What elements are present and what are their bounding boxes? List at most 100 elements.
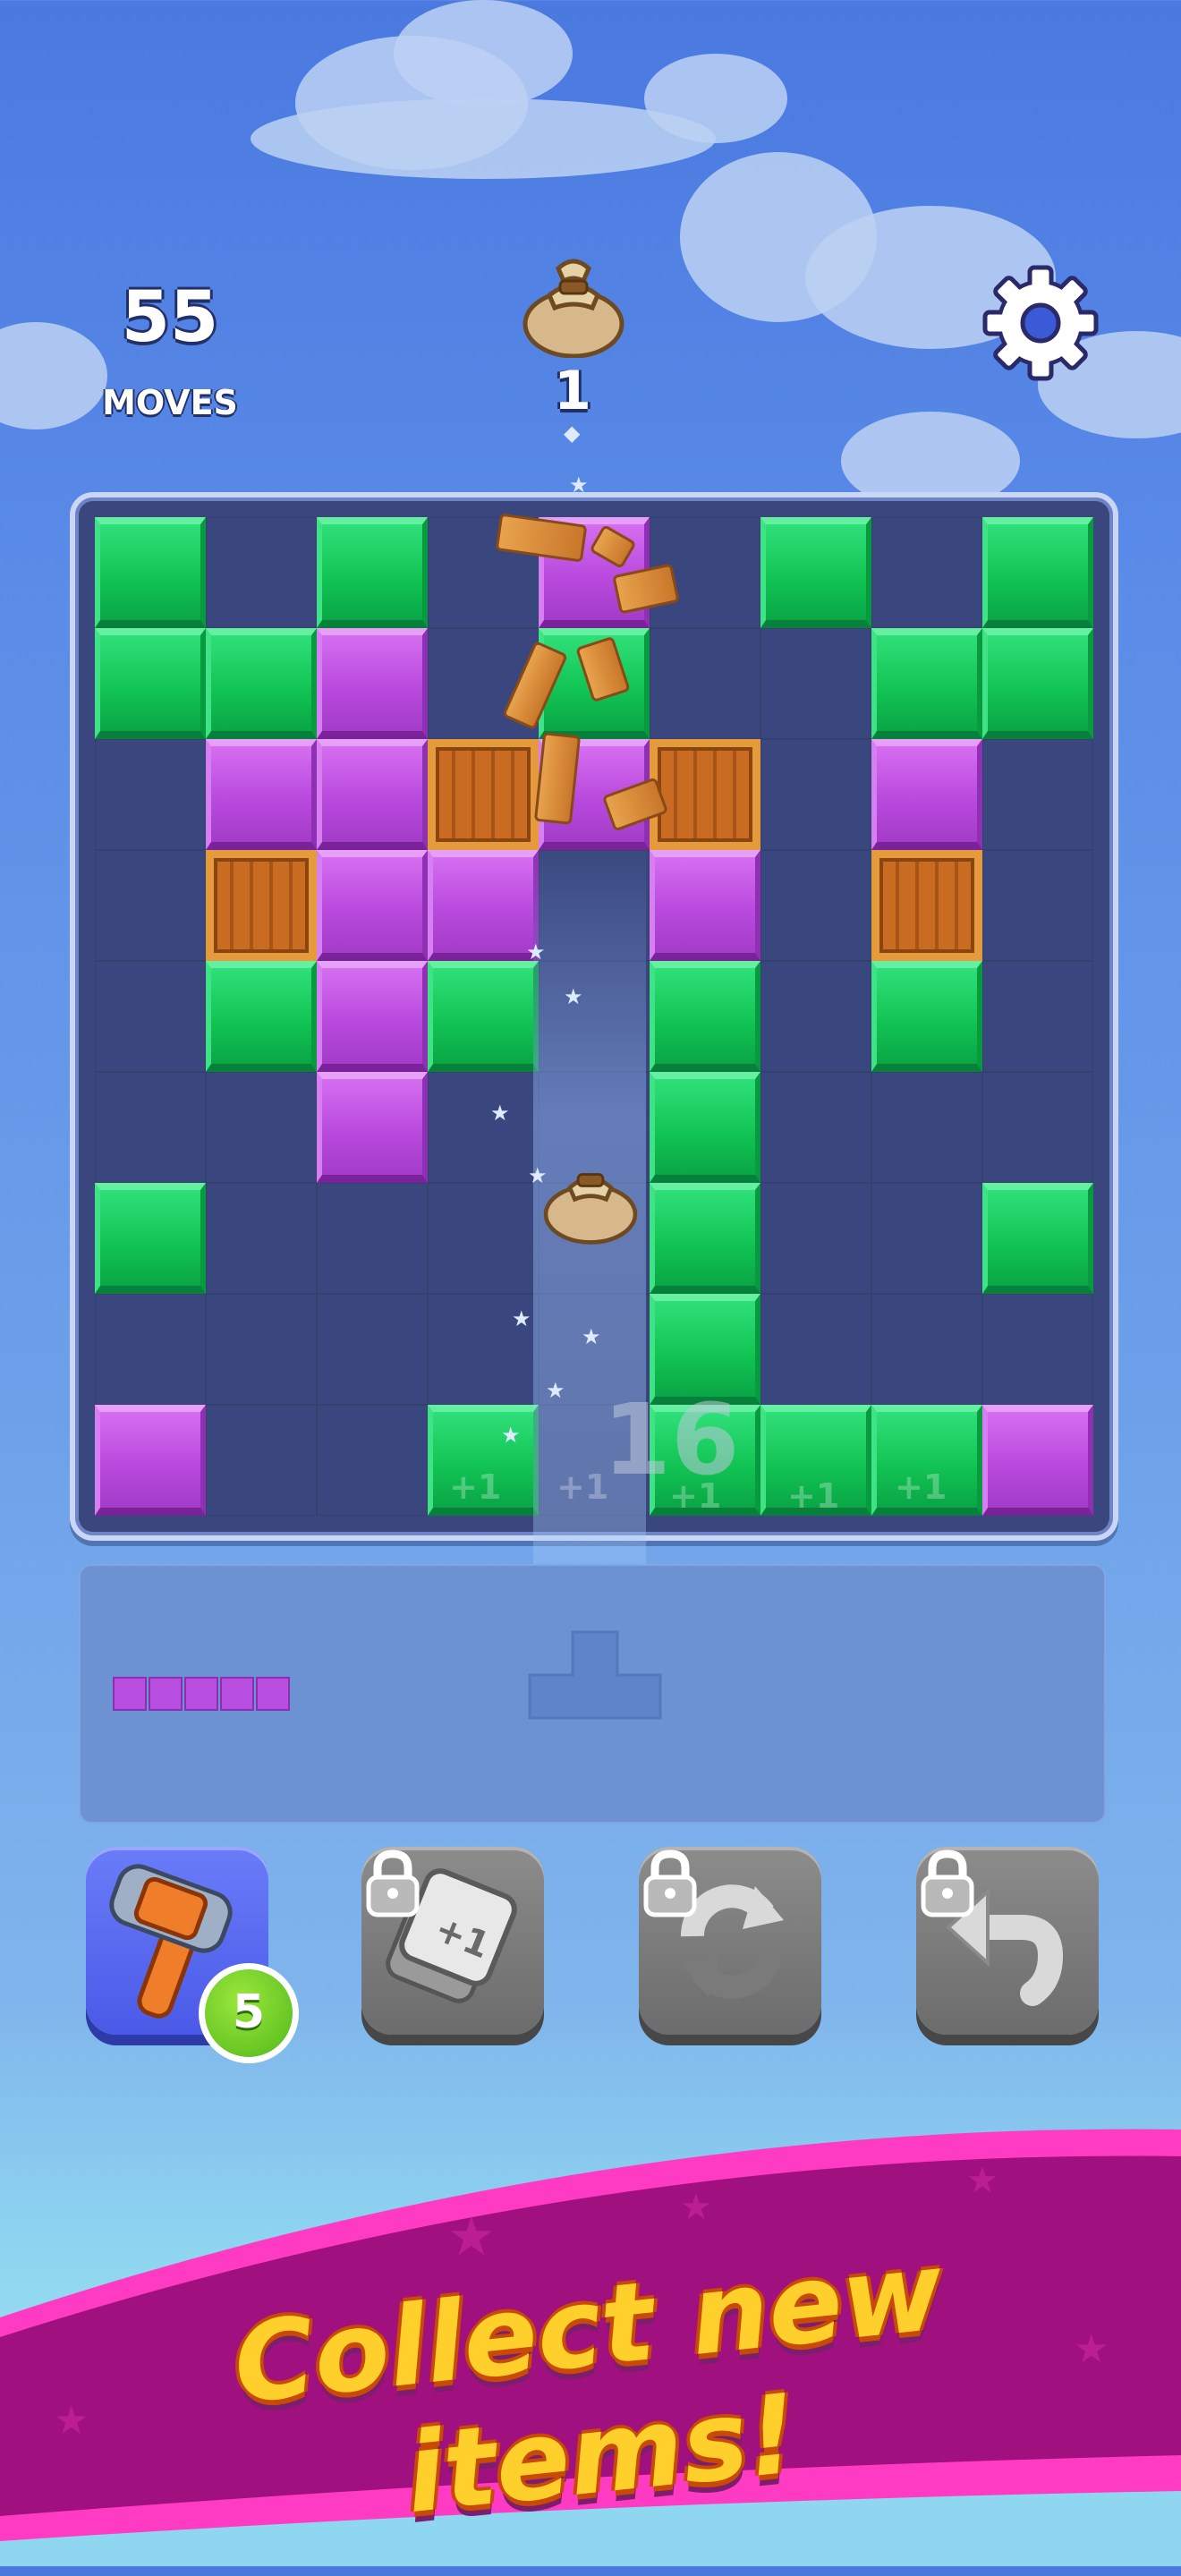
green-block[interactable] <box>317 517 428 628</box>
cloud <box>394 0 573 107</box>
moves-count: 55 <box>121 277 219 358</box>
undo-booster-button[interactable] <box>916 1847 1099 2035</box>
empty-cell[interactable] <box>760 739 871 850</box>
purple-block[interactable] <box>428 850 539 961</box>
green-block[interactable] <box>95 628 206 739</box>
sparkle: ★ <box>582 1324 601 1349</box>
empty-cell[interactable] <box>317 1183 428 1294</box>
plus-one-booster-button[interactable]: +1 <box>361 1847 544 2035</box>
green-block[interactable] <box>982 517 1093 628</box>
empty-cell[interactable] <box>982 1294 1093 1405</box>
wooden-crate[interactable] <box>871 850 982 961</box>
empty-cell[interactable] <box>206 1405 317 1516</box>
purple-block[interactable] <box>317 850 428 961</box>
piece-cell <box>113 1677 147 1711</box>
sparkle: ★ <box>512 1306 531 1331</box>
sparkle: ★ <box>526 939 546 965</box>
t-piece-placeholder[interactable] <box>528 1630 662 1720</box>
wooden-crate[interactable] <box>650 739 760 850</box>
empty-cell[interactable] <box>760 850 871 961</box>
empty-cell[interactable] <box>428 1183 539 1294</box>
empty-cell[interactable] <box>95 850 206 961</box>
score-popup: +1 <box>557 1467 609 1507</box>
piece-cell <box>256 1677 290 1711</box>
piece-cell <box>184 1677 218 1711</box>
empty-cell[interactable] <box>539 850 650 961</box>
purple-block[interactable] <box>317 1072 428 1183</box>
empty-cell[interactable] <box>760 1183 871 1294</box>
green-block[interactable] <box>650 1183 760 1294</box>
empty-cell[interactable] <box>206 1183 317 1294</box>
empty-cell[interactable] <box>317 1405 428 1516</box>
sparkle: ★ <box>564 984 583 1009</box>
goal-count: 1 <box>554 360 591 422</box>
empty-cell[interactable] <box>206 1294 317 1405</box>
empty-cell[interactable] <box>206 517 317 628</box>
empty-cell[interactable] <box>428 1072 539 1183</box>
score-popup: +1 <box>895 1467 947 1507</box>
wooden-crate[interactable] <box>428 739 539 850</box>
purple-block[interactable] <box>206 739 317 850</box>
green-block[interactable] <box>206 628 317 739</box>
empty-cell[interactable] <box>760 1072 871 1183</box>
empty-cell[interactable] <box>760 1294 871 1405</box>
empty-cell[interactable] <box>871 517 982 628</box>
gear-icon[interactable] <box>982 265 1099 381</box>
empty-cell[interactable] <box>95 1294 206 1405</box>
cloud <box>644 54 787 143</box>
purple-block[interactable] <box>650 850 760 961</box>
sack-icon <box>543 1173 638 1245</box>
empty-cell[interactable] <box>650 628 760 739</box>
line-piece[interactable] <box>113 1677 292 1713</box>
piece-cell <box>220 1677 254 1711</box>
empty-cell[interactable] <box>871 1072 982 1183</box>
empty-cell[interactable] <box>760 961 871 1072</box>
empty-cell[interactable] <box>760 628 871 739</box>
green-block[interactable] <box>650 961 760 1072</box>
wooden-crate[interactable] <box>206 850 317 961</box>
empty-cell[interactable] <box>982 739 1093 850</box>
green-block[interactable] <box>206 961 317 1072</box>
green-block[interactable] <box>95 517 206 628</box>
green-block[interactable] <box>871 628 982 739</box>
svg-text:★: ★ <box>966 2160 998 2201</box>
sparkle: ★ <box>501 1423 521 1448</box>
empty-cell[interactable] <box>871 1294 982 1405</box>
score-popup: +1 <box>787 1476 840 1516</box>
empty-cell[interactable] <box>871 1183 982 1294</box>
green-block[interactable] <box>982 1183 1093 1294</box>
piece-cell <box>149 1677 183 1711</box>
empty-cell[interactable] <box>539 961 650 1072</box>
shuffle-booster-button[interactable] <box>639 1847 821 2035</box>
empty-cell[interactable] <box>95 739 206 850</box>
empty-cell[interactable] <box>206 1072 317 1183</box>
green-block[interactable] <box>428 961 539 1072</box>
green-block[interactable] <box>871 961 982 1072</box>
svg-text:★: ★ <box>447 2206 496 2268</box>
purple-block[interactable] <box>317 628 428 739</box>
purple-block[interactable] <box>95 1405 206 1516</box>
empty-cell[interactable] <box>982 1072 1093 1183</box>
green-block[interactable] <box>760 517 871 628</box>
empty-cell[interactable] <box>982 850 1093 961</box>
empty-cell[interactable] <box>982 961 1093 1072</box>
lock-icon <box>643 1849 697 1917</box>
piece-tray[interactable] <box>79 1564 1106 1824</box>
score-popup: +1 <box>669 1476 722 1516</box>
green-block[interactable] <box>650 1072 760 1183</box>
moves-label: MOVES <box>102 383 238 422</box>
empty-cell[interactable] <box>95 1072 206 1183</box>
lock-icon <box>366 1849 420 1917</box>
lock-icon <box>921 1849 974 1917</box>
green-block[interactable] <box>95 1183 206 1294</box>
hammer-count-badge: 5 <box>199 1963 299 2063</box>
empty-cell[interactable] <box>95 961 206 1072</box>
empty-cell[interactable] <box>317 1294 428 1405</box>
purple-block[interactable] <box>982 1405 1093 1516</box>
green-block[interactable] <box>982 628 1093 739</box>
purple-block[interactable] <box>317 739 428 850</box>
svg-text:★: ★ <box>680 2187 712 2228</box>
purple-block[interactable] <box>317 961 428 1072</box>
purple-block[interactable] <box>871 739 982 850</box>
sparkle: ★ <box>546 1378 565 1403</box>
